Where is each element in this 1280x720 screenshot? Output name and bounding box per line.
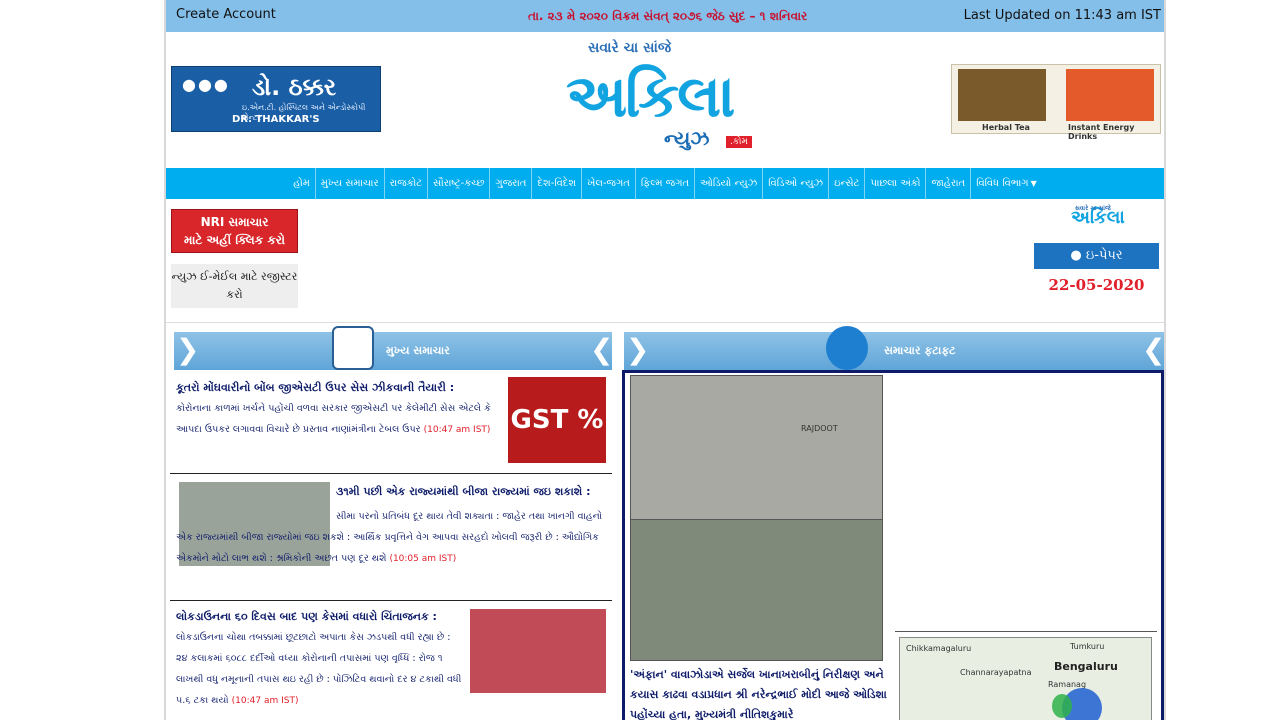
arrow-right-icon: ❮ (590, 333, 614, 366)
story-time: (10:47 am IST) (231, 696, 299, 706)
nav-item-rajkot[interactable]: રાજકોટ (385, 168, 429, 199)
main-news-list: GST % કૂતરો મોંઘવારીનો બોંબ જીએસટી ઉપર સ… (170, 372, 612, 720)
story-headline[interactable]: ૩૧મી પછી એક રાજ્યમાંથી બીજા રાજ્યમાં જઇ … (336, 482, 606, 502)
story-headline[interactable]: કૂતરો મોંઘવારીનો બોંબ જીએસટી ઉપર સેસ ઝીક… (176, 378, 500, 398)
storm-blob (1052, 694, 1072, 718)
section-header-fatafat: ❯ સમાચાર ફટાફટ ❮ (624, 326, 1166, 370)
logo-name: અકિલા (566, 62, 735, 130)
right-margin (1166, 0, 1280, 720)
arrow-left-icon: ❯ (626, 333, 650, 366)
nav-item-archive[interactable]: પાછલા અંકો (865, 168, 927, 199)
ad-badges-icon: ●●● (182, 75, 230, 94)
energy-drink-image (1066, 69, 1154, 121)
herbal-tea-label: Herbal Tea (982, 123, 1030, 132)
main-nav: હોમ મુખ્ય સમાચાર રાજકોટ સૌરાષ્ટ્ર-કચ્છ ગ… (166, 168, 1164, 199)
story-summary: લોકડાઉનના ચોથા તબક્કામાં છૂટછાટો અપાતા ક… (176, 632, 462, 706)
nav-item-home[interactable]: હોમ (288, 168, 316, 199)
story-headline[interactable]: લોકડાઉનના ૬૦ દિવસ બાદ પણ કેસમાં વધારો ચિ… (176, 607, 464, 627)
section-title-fatafat: સમાચાર ફટાફટ (884, 344, 956, 357)
nav-misc-label: વિવિધ વિભાગ (976, 178, 1029, 189)
nav-item-world[interactable]: દેશ-વિદેશ (532, 168, 583, 199)
email-register-link[interactable]: ન્યુઝ ઈ-મેઈલ માટે રજીસ્ટર કરો (171, 264, 298, 308)
map-label: Channarayapatna (960, 668, 1032, 677)
nav-item-film[interactable]: ફિલ્મ જગત (636, 168, 696, 199)
nav-item-inset[interactable]: ઇન્સેટ (829, 168, 866, 199)
nav-item-video-news[interactable]: વિડિઓ ન્યુઝ (763, 168, 830, 199)
nav-item-gujarat[interactable]: ગુજરાત (490, 168, 533, 199)
map-label: Tumkuru (1070, 642, 1105, 651)
nav-item-saurashtra[interactable]: સૌરાષ્ટ્ર-કચ્છ (428, 168, 491, 199)
epaper-logo-tagline: સવારે ચા સાંજે (1075, 205, 1111, 212)
last-updated-text: Last Updated on 11:43 am IST (963, 8, 1161, 23)
divider (166, 322, 1164, 323)
nav-item-ads[interactable]: જાહેરાત (926, 168, 972, 199)
page-container: Create Account તા. ૨૩ મે ૨૦૨૦ વિક્રમ સંવ… (164, 0, 1166, 720)
story-thumbnail[interactable] (470, 609, 606, 693)
photo-bottom (631, 519, 882, 660)
fatafat-headline[interactable]: 'અંફાન' વાવાઝોડાએ સર્જેલ ખાનાખરાબીનું નિ… (630, 665, 890, 720)
epaper-logo[interactable]: સવારે ચા સાંજે અકિલા (1071, 205, 1125, 228)
top-bar: Create Account તા. ૨૩ મે ૨૦૨૦ વિક્રમ સંવ… (166, 0, 1164, 32)
ad-title: ડો. ઠક્કર (252, 73, 337, 101)
weather-map[interactable]: Chikkamagaluru Tumkuru Bengaluru Channar… (899, 637, 1152, 720)
section-header-main-news: ❯ મુખ્ય સમાચાર ❮ (174, 326, 614, 370)
nav-item-misc-dropdown[interactable]: વિવિધ વિભાગ ▼ (971, 168, 1042, 199)
logo-news: ન્યુઝ (664, 126, 710, 150)
herbal-tea-image (958, 69, 1046, 121)
register-line1: ન્યુઝ ઈ-મેઈલ માટે રજીસ્ટર (171, 270, 298, 283)
arrow-right-icon: ❮ (1142, 333, 1166, 366)
fatafat-panel: RAJDOOT 'અંફાન' વાવાઝોડાએ સર્જેલ ખાનાખરા… (622, 370, 1164, 720)
left-margin (0, 0, 164, 720)
gujarati-date: તા. ૨૩ મે ૨૦૨૦ વિક્રમ સંવત્‌ ૨૦૭૬ જેઠ સુ… (528, 9, 808, 23)
globe-icon (826, 326, 868, 370)
divider (895, 631, 1157, 632)
ad-banner-dr-thakkar[interactable]: ●●● ડો. ઠક્કર ઇ.એન.ટી. હોસ્પિટલ અને એન્ડ… (171, 66, 381, 132)
energy-drink-label: Instant Energy Drinks (1068, 123, 1135, 141)
epaper-date: 22-05-2020 (1048, 276, 1145, 294)
epaper-button[interactable]: ● ઇ-પેપર (1034, 243, 1159, 269)
story-time: (10:05 am IST) (389, 554, 457, 564)
fatafat-photo[interactable]: RAJDOOT (630, 375, 883, 661)
epaper-button-label: ઇ-પેપર (1085, 248, 1123, 263)
create-account-link[interactable]: Create Account (176, 7, 276, 22)
ad-banner-herbal-tea[interactable]: Herbal Tea Instant Energy Drinks (951, 64, 1161, 141)
list-item[interactable]: ૩૧મી પછી એક રાજ્યમાંથી બીજા રાજ્યમાં જઇ … (170, 474, 612, 601)
story-thumbnail[interactable]: GST % (508, 377, 606, 463)
user-icon: ● (1070, 248, 1086, 263)
arrow-left-icon: ❯ (176, 333, 200, 366)
nri-line1: NRI સમાચાર (200, 215, 269, 229)
photo-top: RAJDOOT (631, 376, 882, 519)
nav-item-main-news[interactable]: મુખ્ય સમાચાર (316, 168, 385, 199)
map-label: Bengaluru (1054, 660, 1118, 673)
logo-tagline: સવારે ચા સાંજે (588, 40, 672, 56)
nav-item-audio-news[interactable]: ઓડિયો ન્યુઝ (695, 168, 764, 199)
section-title-main-news: મુખ્ય સમાચાર (386, 344, 450, 357)
list-item[interactable]: લોકડાઉનના ૬૦ દિવસ બાદ પણ કેસમાં વધારો ચિ… (170, 601, 612, 720)
notepad-icon (332, 326, 374, 370)
logo-dotcom: .કોમ (726, 136, 752, 148)
nav-item-sports[interactable]: ખેલ-જગત (582, 168, 636, 199)
site-logo[interactable]: સવારે ચા સાંજે અકિલા ન્યુઝ .કોમ (566, 36, 771, 156)
list-item[interactable]: GST % કૂતરો મોંઘવારીનો બોંબ જીએસટી ઉપર સ… (170, 374, 612, 474)
register-line2: કરો (226, 288, 243, 301)
map-label: Chikkamagaluru (906, 644, 972, 653)
story-time: (10:47 am IST) (423, 425, 491, 435)
nri-line2: માટે અહીં ક્લિક કરો (183, 233, 286, 247)
plane-text: RAJDOOT (801, 424, 838, 433)
chevron-down-icon: ▼ (1030, 179, 1037, 188)
nri-news-button[interactable]: NRI સમાચાર માટે અહીં ક્લિક કરો (171, 209, 298, 253)
ad-english-name: DR. THAKKAR'S (232, 114, 320, 125)
